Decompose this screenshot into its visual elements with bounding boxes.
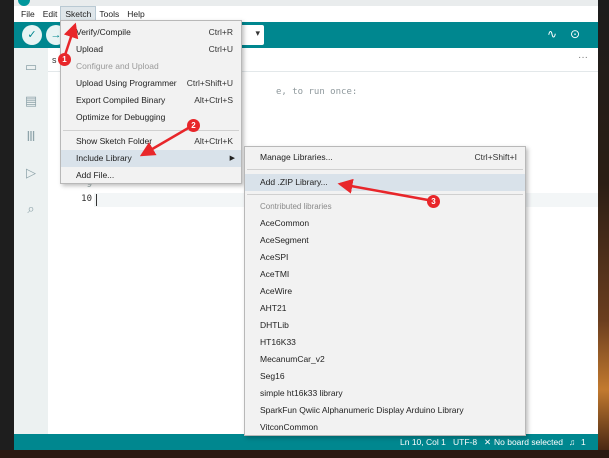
library-item[interactable]: simple ht16k33 library — [245, 385, 525, 402]
sketch-tab[interactable]: s — [52, 55, 57, 65]
debug-icon[interactable]: ▷ — [22, 164, 40, 182]
menu-label: VitconCommon — [260, 422, 318, 432]
menu-label: AceTMI — [260, 269, 290, 279]
menu-upload-programmer[interactable]: Upload Using Programmer Ctrl+Shift+U — [61, 75, 241, 92]
menu-edit[interactable]: Edit — [39, 7, 62, 21]
menu-label: simple ht16k33 library — [260, 388, 343, 398]
menu-label: AceCommon — [260, 218, 310, 228]
menu-label: SparkFun Qwiic Alphanumeric Display Ardu… — [260, 405, 464, 415]
menu-tools[interactable]: Tools — [95, 7, 123, 21]
menu-help[interactable]: Help — [123, 7, 148, 21]
menu-sketch[interactable]: Sketch — [60, 6, 97, 22]
menu-label: MecanumCar_v2 — [260, 354, 325, 364]
menu-upload[interactable]: Upload Ctrl+U — [61, 41, 241, 58]
menu-file[interactable]: File — [17, 7, 39, 21]
menu-label: AHT21 — [260, 303, 287, 313]
taskbar-strip — [0, 450, 609, 458]
menu-shortcut: Alt+Ctrl+S — [194, 95, 233, 105]
annotation-marker: 3 — [427, 195, 440, 208]
contributed-libraries-header: Contributed libraries — [245, 198, 525, 215]
library-item[interactable]: AceWire — [245, 283, 525, 300]
library-item[interactable]: AHT21 — [245, 300, 525, 317]
menu-label: Upload — [76, 44, 103, 54]
library-item[interactable]: AceTMI — [245, 266, 525, 283]
menu-shortcut: Ctrl+U — [208, 44, 233, 54]
menu-label: Add .ZIP Library... — [260, 177, 328, 187]
menu-configure-upload: Configure and Upload — [61, 58, 241, 75]
library-item[interactable]: AceCommon — [245, 215, 525, 232]
library-manager-icon[interactable]: Ⅲ — [22, 128, 40, 146]
menu-label: AceWire — [260, 286, 293, 296]
search-icon[interactable]: ⌕ — [22, 200, 40, 218]
menu-label: DHTLib — [260, 320, 289, 330]
include-library-submenu: Manage Libraries... Ctrl+Shift+I Add .ZI… — [244, 146, 526, 436]
annotation-marker: 1 — [58, 53, 71, 66]
menu-label: Include Library — [76, 153, 132, 163]
close-icon: ✕ — [484, 437, 492, 447]
verify-button[interactable]: ✓ — [22, 25, 42, 45]
menu-separator — [63, 130, 239, 131]
serial-monitor-icon[interactable]: ⊙ — [570, 27, 580, 41]
menu-label: Contributed libraries — [260, 202, 332, 211]
chevron-right-icon: ▶ — [229, 155, 235, 162]
menu-label: Export Compiled Binary — [76, 95, 166, 105]
menu-shortcut: Alt+Ctrl+K — [194, 136, 233, 146]
menu-add-zip-library[interactable]: Add .ZIP Library... — [245, 174, 525, 191]
more-options-icon[interactable]: ··· — [578, 52, 588, 63]
menu-label: Manage Libraries... — [260, 152, 333, 162]
desktop-background — [598, 0, 609, 458]
activity-sidebar: ▭ ▤ Ⅲ ▷ ⌕ — [14, 48, 48, 434]
library-item[interactable]: AceSegment — [245, 232, 525, 249]
notification-count: 1 — [581, 437, 586, 447]
chevron-down-icon: ▾ — [255, 28, 260, 38]
desktop-left-edge — [0, 0, 14, 458]
menu-separator — [247, 194, 523, 195]
library-item[interactable]: Seg16 — [245, 368, 525, 385]
encoding-label: UTF-8 — [453, 437, 478, 447]
menu-manage-libraries[interactable]: Manage Libraries... Ctrl+Shift+I — [245, 149, 525, 166]
menu-include-library[interactable]: Include Library ▶ — [61, 150, 241, 167]
library-item[interactable]: DHTLib — [245, 317, 525, 334]
cursor-position[interactable]: Ln 10, Col 1 — [400, 437, 446, 447]
code-comment: e, to run once: — [276, 87, 358, 97]
menu-label: Upload Using Programmer — [76, 78, 177, 88]
status-bar: Ln 10, Col 1 UTF-8 ✕ No board selected ♫… — [14, 434, 598, 450]
menu-label: AceSegment — [260, 235, 309, 245]
menu-shortcut: Ctrl+R — [208, 27, 233, 37]
menu-separator — [247, 169, 523, 170]
menu-label: AceSPI — [260, 252, 289, 262]
menu-optimize-debugging[interactable]: Optimize for Debugging — [61, 109, 241, 126]
menu-label: HT16K33 — [260, 337, 296, 347]
menu-export-binary[interactable]: Export Compiled Binary Alt+Ctrl+S — [61, 92, 241, 109]
menu-label: Show Sketch Folder — [76, 136, 153, 146]
menu-label: Optimize for Debugging — [76, 112, 166, 122]
menu-verify-compile[interactable]: Verify/Compile Ctrl+R — [61, 24, 241, 41]
board-status[interactable]: No board selected — [494, 437, 563, 447]
line-number: 10 — [81, 194, 92, 204]
menu-add-file[interactable]: Add File... — [61, 167, 241, 184]
menu-show-sketch-folder[interactable]: Show Sketch Folder Alt+Ctrl+K — [61, 133, 241, 150]
boards-manager-icon[interactable]: ▤ — [22, 92, 40, 110]
notification-bell-icon[interactable]: ♫ — [569, 437, 575, 447]
sketchbook-folder-icon[interactable]: ▭ — [22, 58, 40, 76]
sketch-menu: Verify/Compile Ctrl+R Upload Ctrl+U Conf… — [60, 20, 242, 184]
menu-label: Seg16 — [260, 371, 285, 381]
annotation-marker: 2 — [187, 119, 200, 132]
menu-label: Configure and Upload — [76, 61, 159, 71]
library-item[interactable]: SparkFun Qwiic Alphanumeric Display Ardu… — [245, 402, 525, 419]
menu-shortcut: Ctrl+Shift+U — [186, 78, 233, 88]
menu-label: Add File... — [76, 170, 115, 180]
library-item[interactable]: AceSPI — [245, 249, 525, 266]
serial-plotter-icon[interactable]: ∿ — [547, 27, 557, 41]
menu-label: Verify/Compile — [76, 27, 131, 37]
text-cursor — [96, 194, 97, 206]
menu-shortcut: Ctrl+Shift+I — [474, 152, 517, 162]
library-item[interactable]: MecanumCar_v2 — [245, 351, 525, 368]
library-item[interactable]: HT16K33 — [245, 334, 525, 351]
library-item[interactable]: VitconCommon — [245, 419, 525, 436]
